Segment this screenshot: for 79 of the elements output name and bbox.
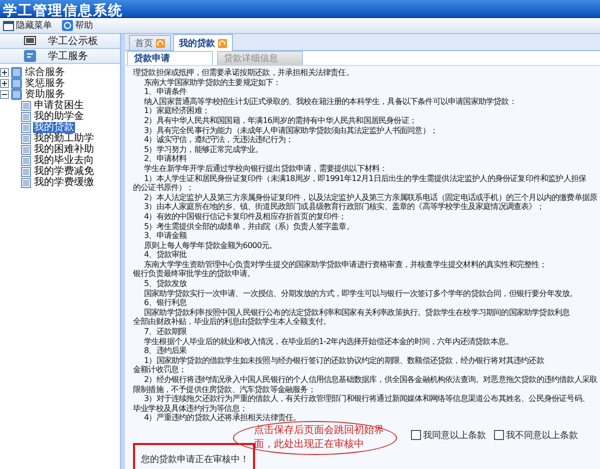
text-line: 5、贷款发放 — [143, 279, 188, 289]
sidebar-section[interactable]: 学工公示板 — [0, 34, 120, 49]
text-line: 2）经办银行将违约情况录入中国人民银行的个人信用信息基础数据库，供全国各金融机构依法查询。对恶意拖欠贷款的违约借款人采取 — [143, 375, 598, 385]
window-icon — [3, 20, 14, 30]
window-title: 学工管理信息系统 — [2, 3, 123, 20]
tree-item[interactable]: 我的毕业去向 — [33, 155, 95, 166]
text-line: 4、贷款审批 — [143, 250, 188, 260]
text-line: 2）具有中华人民共和国国籍，年满16周岁的需持有中华人民共和国居民身份证； — [143, 116, 418, 126]
tree-item[interactable]: 我的勤工助学 — [33, 133, 95, 144]
tree-item[interactable]: 我的困难补助 — [33, 144, 95, 155]
text-line: 银行负责最终审批学生的贷款申请。 — [133, 269, 256, 280]
text-line: 1）本人学生证和居民身份证复印件（未满18周岁，即1991年12月1日后出生的学生需提供法定监护人的身份证复印件和监护人担保 — [143, 174, 588, 184]
text-line: 的公证书原件）； — [133, 183, 195, 193]
hide-menu-button[interactable]: 隐藏菜单 — [2, 18, 53, 32]
checkbox-label: 我不同意以上条款 — [506, 430, 578, 442]
list-icon — [21, 100, 31, 110]
tree-item[interactable]: 资助服务 — [24, 89, 66, 100]
text-line: 7、还款期限 — [143, 327, 188, 337]
text-line: 学生根据个人毕业后的就业和收入情况，在毕业后的1-2年内选择开始偿还本金的时间，六年内还清贷款本息。 — [143, 336, 514, 346]
text-line: 3）具有完全民事行为能力（未成年人申请国家助学贷款须由其法定监护人书面同意）； — [143, 126, 438, 135]
tree-item[interactable]: 我的贷款 — [33, 122, 75, 133]
list-icon — [21, 112, 31, 122]
collapse-icon[interactable] — [0, 90, 9, 99]
text-line: 5）考生需提供全部的成绩单，并由院（系）负责人签字盖章。 — [143, 222, 355, 230]
text-line: 4）严重违约的贷款人还将承担相关法律责任。 — [143, 413, 302, 423]
text-line: 2）本人法定监护人及第三方亲属身份证复印件，以及法定监护人及第三方亲属联系电话（固定电话或手机）的三个月以内的缴费单据原 — [143, 192, 598, 202]
text-line: 8、违约后果 — [143, 346, 188, 356]
text-line: 纳入国家普通高等学校招生计划正式录取的、我校在籍注册的本科学生，具备以下条件可以申请国家助学贷款： — [143, 96, 518, 106]
tree-item[interactable]: 我的学费减免 — [33, 166, 95, 177]
text-line: 国家助学贷款实行一次申请、一次授信、分期发放的方式，即学生可以与银行一次签订多个学年的贷款合同，但银行要分年发放。 — [143, 288, 578, 298]
tab[interactable]: 我的贷款 — [173, 34, 233, 51]
status-message: 您的贷款申请正在审核中！ — [133, 442, 255, 469]
list-icon — [21, 166, 31, 176]
text-line: 东南大学学生资助管理中心负责对学生提交的国家助学贷款申请进行资格审查，并核查学生提交材料的真实性和完整性； — [143, 260, 548, 269]
text-line: 3）对于连续拖欠还款行为严重的借款人，有关行政管理部门和银行将通过新闻媒体和网络等信息渠道公布其姓名、公民身份证号码、 — [143, 394, 590, 404]
text-line: 限制措施，不予提供住房贷款、汽车贷款等金融服务； — [133, 384, 316, 394]
sidebar-section[interactable]: 学工服务 — [0, 49, 120, 64]
tree-item[interactable]: 申请贫困生 — [33, 100, 85, 111]
tree-item[interactable]: 我的学费缓缴 — [33, 177, 95, 188]
checkbox[interactable] — [411, 430, 421, 440]
list-icon — [21, 178, 31, 188]
text-line: 学生在新学年开学后通过学校向银行提出贷款申请，需要提供以下材料： — [143, 164, 388, 174]
text-line: 2、申请材料 — [143, 154, 188, 164]
text-line: 3）由本人家庭所在地的乡、镇、街道民政部门或县级教育行政部门核实、盖章的《高等学校学生及家庭情况调查表》； — [143, 202, 545, 212]
service-icon — [24, 50, 36, 62]
tree-item[interactable]: 奖惩服务 — [24, 78, 66, 89]
text-line: 金额计收罚息； — [133, 365, 188, 375]
expand-icon[interactable] — [0, 68, 9, 77]
text-line: 5）学习努力，能够正常完成学业。 — [143, 144, 264, 154]
text-line: 原则上每人每学年贷款金额为6000元。 — [143, 240, 278, 250]
folder-icon — [11, 89, 22, 100]
help-icon — [62, 20, 73, 31]
text-line: 1）家庭经济困难； — [143, 106, 210, 116]
folder-icon — [11, 67, 22, 78]
tab[interactable]: 首页 — [129, 35, 171, 50]
board-icon — [24, 36, 36, 46]
text-line: 3、申请金额 — [143, 231, 187, 241]
text-line: 东南大学国家助学贷款的主要规定如下： — [143, 78, 282, 88]
list-icon — [21, 144, 31, 154]
text-line: 1、申请条件 — [143, 87, 188, 97]
text-line: 理贷款担保或抵押，但需要承诺按期还款，并承担相关法律责任。 — [133, 68, 354, 78]
text-line: 4）诚实守信，遵纪守法，无违法违纪行为； — [143, 135, 294, 145]
list-icon — [21, 134, 31, 144]
list-icon — [21, 156, 31, 166]
tab[interactable]: 贷款申请 — [127, 51, 213, 65]
text-line: 1）国家助学贷款的借款学生如未按照与经办银行签订的还款协议约定的期限、数额偿还贷款，经办银行将对其违约还款 — [143, 356, 545, 365]
text-line: 4）有效的中国银行信记卡复印件及相应存折首页的复印件； — [143, 212, 348, 222]
expand-icon[interactable] — [0, 79, 9, 88]
text-line: 6、银行利息 — [143, 298, 188, 308]
checkbox[interactable] — [494, 430, 504, 440]
list-icon — [21, 122, 31, 132]
tree-item[interactable]: 综合服务 — [24, 67, 66, 78]
text-line: 全部由财政补贴，毕业后的利息由贷款学生本人全额支付。 — [133, 317, 332, 328]
text-line: 国家助学贷款利率按照中国人民银行公布的法定贷款利率和国家有关利率政策执行。贷款学生在校学习期间的国家助学贷款利息 — [143, 308, 571, 317]
tree-item[interactable]: 我的助学金 — [33, 111, 85, 122]
help-button[interactable]: 帮助 — [61, 18, 94, 32]
text-line: 毕业学校及具体违约行为等信息； — [133, 404, 248, 414]
folder-icon — [11, 78, 22, 89]
checkbox-label: 我同意以上条款 — [423, 430, 486, 442]
